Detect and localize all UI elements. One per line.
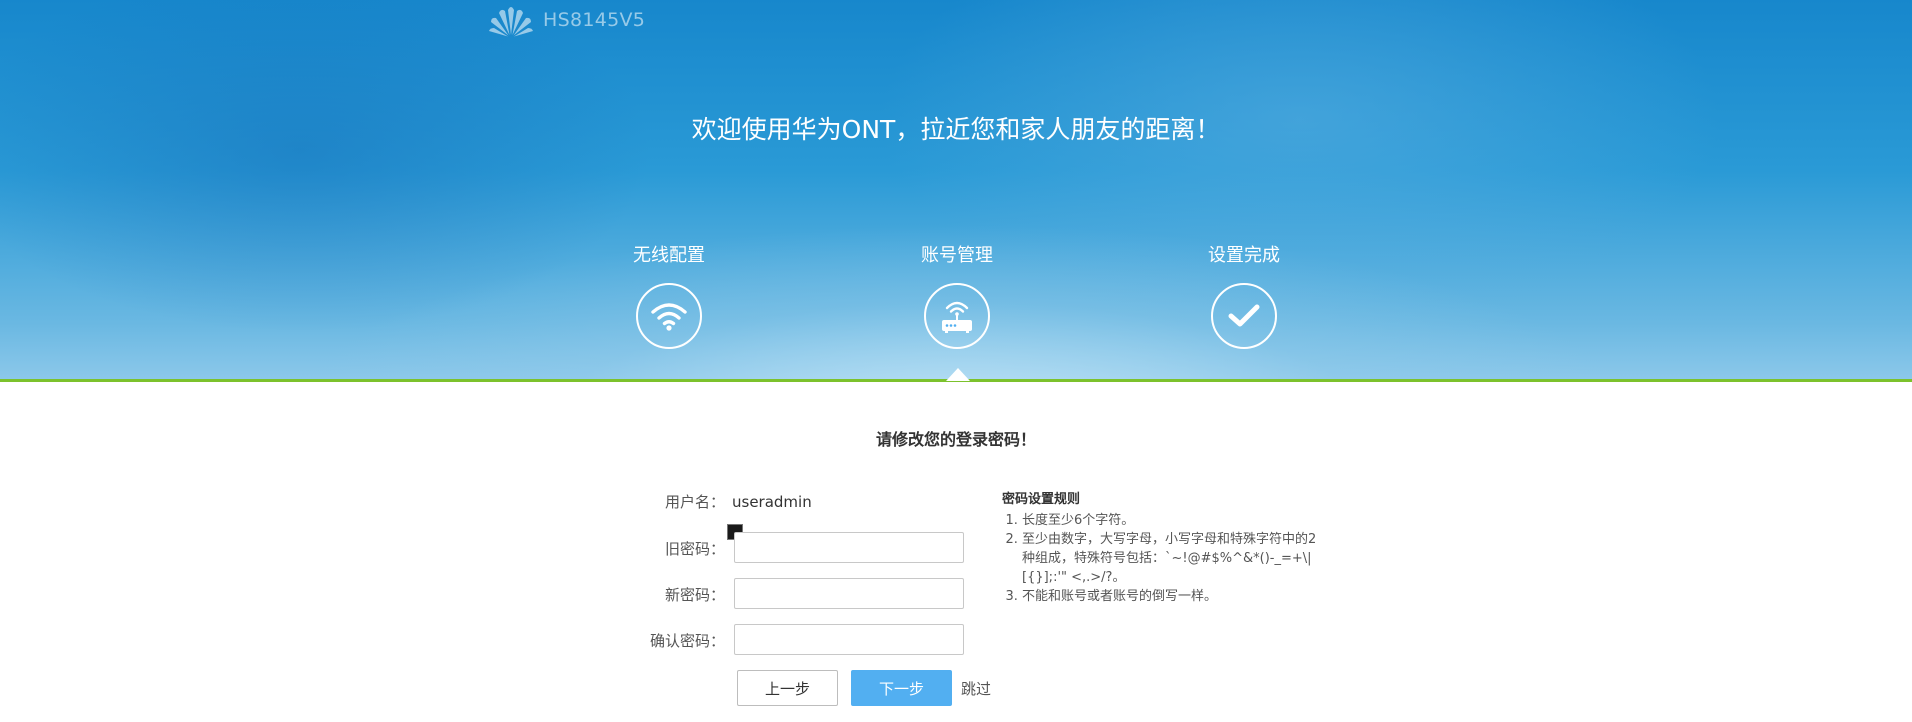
huawei-logo-icon xyxy=(489,7,533,37)
username-label: 用户名： xyxy=(664,493,725,511)
step-label: 无线配置 xyxy=(633,245,705,266)
password-rules: 密码设置规则 长度至少6个字符。 至少由数字，大写字母，小写字母和特殊字符中的2… xyxy=(1002,490,1322,606)
confirm-password-input[interactable] xyxy=(734,624,964,655)
old-password-label: 旧密码： xyxy=(664,540,725,558)
password-rule-item: 长度至少6个字符。 xyxy=(1022,511,1322,530)
password-rules-title: 密码设置规则 xyxy=(1002,492,1081,507)
skip-link[interactable]: 跳过 xyxy=(961,679,991,699)
step-label: 账号管理 xyxy=(921,245,993,266)
next-button[interactable]: 下一步 xyxy=(851,670,952,706)
welcome-message: 欢迎使用华为ONT，拉近您和家人朋友的距离！ xyxy=(691,115,1221,144)
confirm-password-label: 确认密码： xyxy=(649,632,725,650)
password-rules-list: 长度至少6个字符。 至少由数字，大写字母，小写字母和特殊字符中的2种组成，特殊符… xyxy=(1002,511,1322,606)
brand: HS8145V5 xyxy=(488,2,645,38)
checkmark-icon xyxy=(1211,283,1277,349)
old-password-input[interactable] xyxy=(734,532,964,563)
step-wireless: 无线配置 xyxy=(589,244,749,349)
username-value: useradmin xyxy=(732,493,812,511)
wifi-icon xyxy=(636,283,702,349)
model-name: HS8145V5 xyxy=(543,9,646,31)
router-icon xyxy=(924,283,990,349)
new-password-label: 新密码： xyxy=(664,586,725,604)
step-complete: 设置完成 xyxy=(1164,244,1324,349)
step-account: 账号管理 xyxy=(877,244,1037,349)
new-password-input[interactable] xyxy=(734,578,964,609)
password-rule-item: 不能和账号或者账号的倒写一样。 xyxy=(1022,587,1322,606)
password-rule-item: 至少由数字，大写字母，小写字母和特殊字符中的2种组成，特殊符号包括：`~!@#$… xyxy=(1022,530,1322,587)
active-step-pointer xyxy=(946,368,970,381)
previous-button[interactable]: 上一步 xyxy=(737,670,838,706)
step-label: 设置完成 xyxy=(1208,245,1280,266)
form-title: 请修改您的登录密码！ xyxy=(875,430,1036,449)
